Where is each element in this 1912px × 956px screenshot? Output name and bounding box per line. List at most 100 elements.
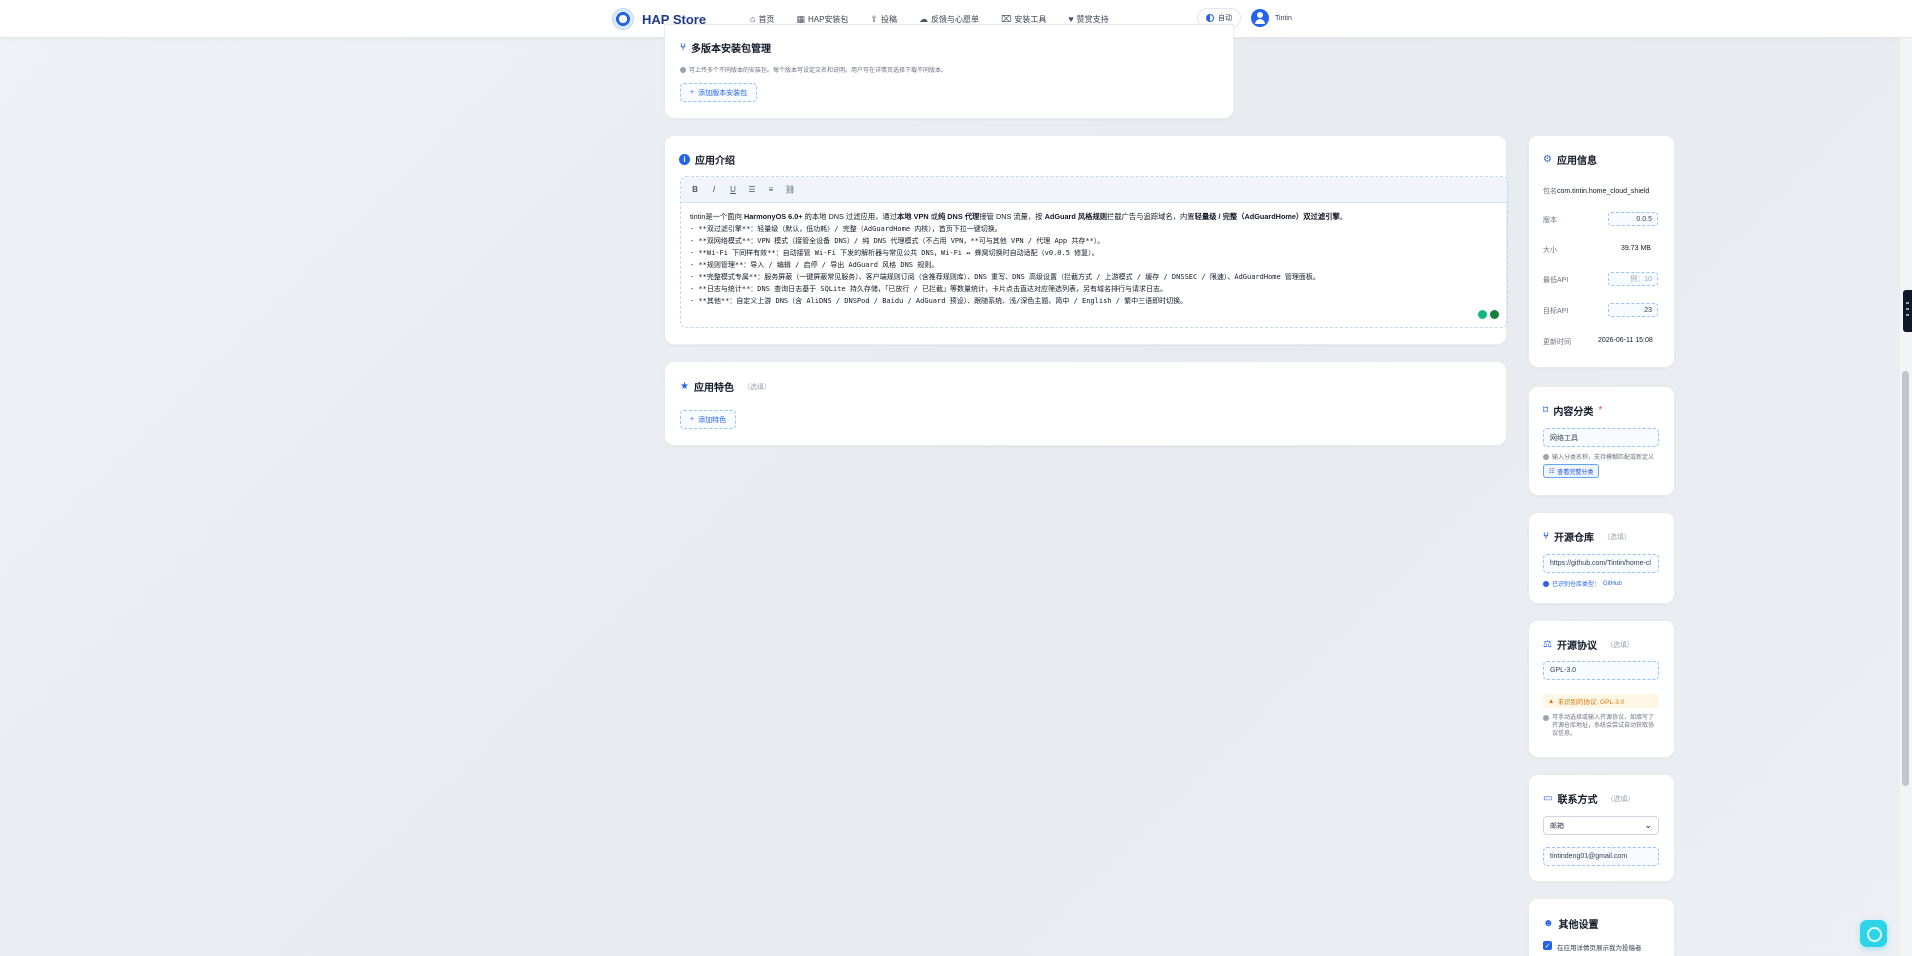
editor-text-run: 或	[928, 212, 938, 221]
ordered-list-button[interactable]: ≡	[766, 185, 776, 194]
scale-icon: ⚖	[1543, 639, 1552, 650]
license-input[interactable]: GPL-3.0	[1543, 661, 1659, 680]
check-circle-icon	[1543, 580, 1549, 587]
add-feature-button[interactable]: + 添加特色	[680, 410, 737, 429]
card-title-text: 应用信息	[1556, 156, 1597, 167]
brand-logo-icon	[612, 8, 634, 30]
package-label: 包名	[1543, 188, 1557, 195]
editor-extension-icons	[1478, 310, 1499, 319]
editor-line: - **规则管理**：导入 / 编辑 / 启停 / 导出 AdGuard 风格 …	[690, 261, 939, 269]
nav-item-install-tools[interactable]: ⌧ 安装工具	[1001, 14, 1046, 25]
button-label: 查看完整分类	[1557, 469, 1594, 476]
card-title-text: 应用介绍	[695, 156, 735, 167]
card-title-text: 应用特色	[693, 383, 734, 394]
editor-text-run: AdGuard 风格规则	[1044, 212, 1108, 221]
warning-text: 未识别的协议: GPL-3.0	[1557, 699, 1625, 706]
plus-icon: +	[690, 89, 695, 96]
bold-button[interactable]: B	[690, 185, 700, 194]
link-button[interactable]: ⛓	[785, 185, 795, 194]
handle-line	[1906, 308, 1909, 310]
target-api-label: 目标API	[1543, 308, 1569, 315]
rich-text-editor[interactable]: B I U ☰ ≡ ⛓ tintin是一个面向 HarmonyOS 6.0+ 的…	[680, 176, 1508, 328]
repo-url-input[interactable]: https://github.com/Tintin/home-cl	[1543, 554, 1659, 573]
upload-icon: ⇪	[870, 13, 878, 24]
location-pin-icon[interactable]	[1478, 310, 1487, 319]
size-label: 大小	[1543, 247, 1557, 254]
floating-assistant-button[interactable]	[1860, 920, 1887, 947]
app-features-card: ★ 应用特色 （选填） + 添加特色	[664, 361, 1507, 446]
chat-icon: ☁	[918, 13, 928, 24]
user-settings-icon: ☻	[1543, 918, 1554, 929]
card-title: ⑂ 多版本安装包管理	[680, 40, 771, 55]
scrollbar-thumb[interactable]	[1902, 371, 1909, 786]
nav-item-home[interactable]: ⌂ 首页	[750, 14, 774, 25]
hint-value: GitHub	[1603, 580, 1622, 587]
handle-line	[1906, 302, 1909, 304]
category-hint: 输入分类名称，支持模糊匹配或新定义	[1543, 452, 1654, 461]
version-label: 版本	[1543, 217, 1557, 224]
info-circle-icon: i	[679, 154, 690, 165]
size-value: 39.73 MB	[1621, 245, 1651, 252]
bullet-list-button[interactable]: ☰	[747, 185, 757, 194]
optional-tag: （选填）	[742, 383, 771, 391]
updated-label: 更新时间	[1543, 339, 1571, 346]
info-icon	[1543, 715, 1549, 721]
half-circle-icon	[1206, 14, 1214, 22]
editor-line: - **完整模式专属**：服务屏蔽（一键屏蔽常见服务）、客户端规则订阅（含推荐规…	[690, 273, 1320, 281]
nav-item-donate[interactable]: ♥ 赞赏支持	[1068, 14, 1108, 25]
grid-icon: ▦	[796, 13, 805, 24]
contact-type-select[interactable]: 邮箱 ⌄	[1543, 816, 1659, 835]
button-label: 添加版本安装包	[698, 89, 748, 97]
editor-text-run: 的本地 DNS 过滤应用，通过	[802, 212, 898, 221]
side-drawer-tab[interactable]	[1903, 290, 1912, 332]
nav-item-feedback[interactable]: ☁ 反馈与心愿单	[919, 14, 979, 25]
editor-line: - **其他**：自定义上游 DNS（含 AliDNS / DNSPod / B…	[690, 297, 1188, 305]
intro-title: i 应用介绍	[679, 152, 735, 167]
branch-icon: ⑂	[680, 42, 686, 53]
username: Tintin	[1275, 14, 1292, 22]
editor-text-run: 接管 DNS 流量，按	[979, 212, 1045, 221]
editor-text-run: 本地 VPN	[897, 212, 929, 221]
nav-item-label: 首页	[758, 14, 775, 24]
add-version-button[interactable]: + 添加版本安装包	[680, 83, 758, 102]
info-icon	[680, 66, 686, 73]
page-scrollbar[interactable]	[1900, 38, 1912, 956]
hint-text: 可手动选择或输入开源协议，如填写了开源仓库地址，系统会尝试自动获取协议信息。	[1552, 715, 1655, 737]
package-value: com.tintin.home_cloud_shield	[1557, 188, 1650, 195]
card-title-text: 其他设置	[1558, 920, 1599, 931]
user-menu[interactable]: Tintin	[1251, 9, 1292, 27]
editor-line: - **双网络模式**：VPN 模式（接管全设备 DNS）/ 纯 DNS 代理模…	[690, 237, 1105, 245]
license-hint: 可手动选择或输入开源协议，如填写了开源仓库地址，系统会尝试自动获取协议信息。	[1543, 714, 1659, 738]
multi-version-hint: 可上传多个不同版本的安装包。每个版本可设定文名和说明。用户可在详情页选择下载不同…	[680, 65, 947, 74]
repo-title: ⑂ 开源仓库 （选填）	[1543, 529, 1631, 544]
warning-icon: ▲	[1548, 697, 1555, 705]
editor-content[interactable]: tintin是一个面向 HarmonyOS 6.0+ 的本地 DNS 过滤应用，…	[681, 203, 1507, 315]
checkbox-label[interactable]: 在应用详情页展示我为投稿者	[1557, 942, 1642, 952]
grammar-check-icon[interactable]	[1490, 310, 1499, 319]
optional-tag: （选填）	[1605, 641, 1634, 649]
tag-icon: ⌑	[1543, 405, 1549, 416]
editor-toolbar: B I U ☰ ≡ ⛓	[681, 177, 1507, 203]
nav-item-submit[interactable]: ⇪ 投稿	[870, 14, 897, 25]
info-icon	[1543, 453, 1549, 460]
editor-text-run: HarmonyOS 6.0+	[743, 212, 803, 221]
version-input[interactable]: 0.0.5	[1608, 212, 1658, 226]
contact-email-input[interactable]: tintindeng01@gmail.com	[1543, 847, 1659, 866]
editor-text-run: 纯 DNS 代理	[937, 212, 980, 221]
editor-text-run: tintin是一个面向	[690, 212, 744, 221]
min-api-input[interactable]: 例：10	[1608, 272, 1658, 286]
button-label: 添加特色	[698, 416, 727, 424]
nav-item-hap-packages[interactable]: ▦ HAP安装包	[796, 14, 848, 25]
category-input[interactable]: 网络工具	[1543, 428, 1659, 447]
contact-title: ▭ 联系方式 （选填）	[1543, 791, 1634, 806]
show-submitter-checkbox[interactable]: ✓	[1543, 941, 1552, 950]
editor-line: tintin是一个面向 HarmonyOS 6.0+ 的本地 DNS 过滤应用，…	[690, 211, 1498, 223]
star-icon: ★	[680, 381, 689, 392]
other-settings-title: ☻ 其他设置	[1543, 916, 1599, 931]
view-all-categories-button[interactable]: ☷ 查看完整分类	[1543, 464, 1600, 478]
italic-button[interactable]: I	[709, 185, 719, 194]
nav-item-label: 安装工具	[1014, 14, 1047, 24]
nav-item-label: HAP安装包	[807, 14, 849, 24]
target-api-input[interactable]: 23	[1608, 303, 1658, 317]
underline-button[interactable]: U	[728, 185, 738, 194]
